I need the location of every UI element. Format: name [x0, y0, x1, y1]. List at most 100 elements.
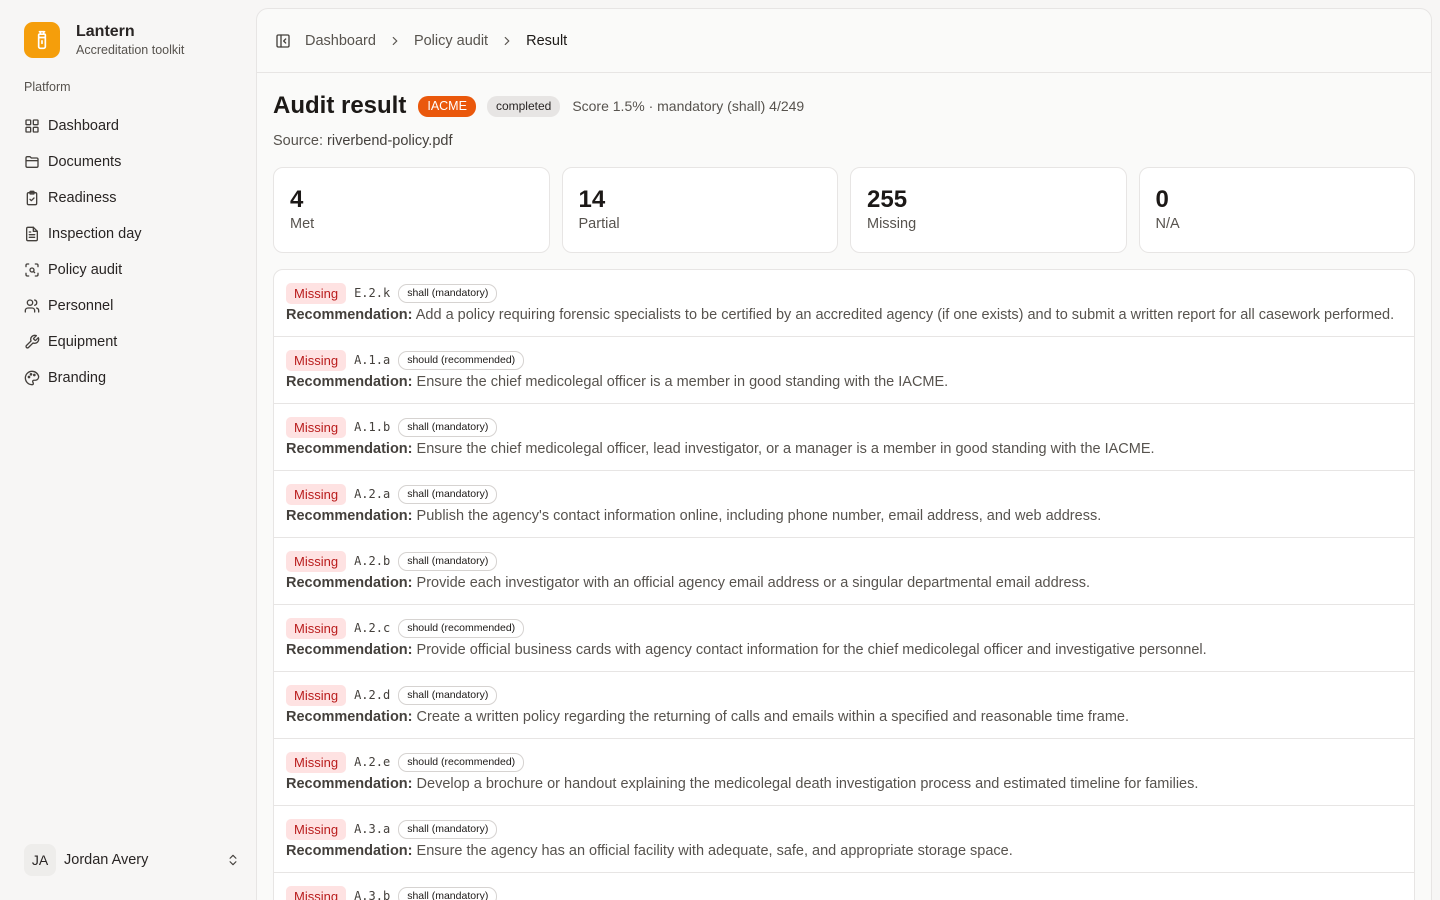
recommendation-text: Create a written policy regarding the re…: [416, 709, 1130, 725]
sidebar-item-readiness[interactable]: Readiness: [24, 180, 240, 216]
sidebar-item-branding[interactable]: Branding: [24, 360, 240, 396]
stat-value: 0: [1155, 186, 1169, 213]
stat-label: Partial: [578, 216, 620, 232]
requirement-level-badge: should (recommended): [398, 752, 525, 772]
sidebar-item-label: Dashboard: [48, 118, 119, 134]
requirement-level-badge: shall (mandatory): [398, 551, 498, 571]
stat-card-na: 0 N/A: [1138, 167, 1415, 253]
chevron-right-icon: [392, 36, 398, 45]
score-summary: Score 1.5% · mandatory (shall) 4/249: [572, 98, 805, 114]
sidebar-item-label: Readiness: [48, 190, 117, 206]
stat-label: N/A: [1155, 216, 1180, 232]
recommendation-text: Develop a brochure or handout explaining…: [416, 776, 1199, 792]
recommendation-label: Recommendation:: [286, 307, 413, 323]
list-item[interactable]: Missing A.3.a shall (mandatory) Recommen…: [274, 806, 1414, 873]
sidebar-item-label: Policy audit: [48, 262, 123, 278]
palette-icon: [24, 370, 40, 386]
recommendation-label: Recommendation:: [286, 843, 413, 859]
list-item[interactable]: Missing A.3.b shall (mandatory): [274, 873, 1414, 900]
list-item[interactable]: Missing A.2.a shall (mandatory) Recommen…: [274, 471, 1414, 538]
nav-section-label: Platform: [24, 80, 71, 94]
sidebar-item-personnel[interactable]: Personnel: [24, 288, 240, 324]
stats-cards: 4 Met 14 Partial 255 Missing 0 N/A: [273, 167, 1415, 253]
sidebar-item-policy-audit[interactable]: Policy audit: [24, 252, 240, 288]
status-badge: Missing: [286, 751, 347, 773]
list-item[interactable]: Missing E.2.k shall (mandatory) Recommen…: [274, 270, 1414, 337]
sidebar-item-documents[interactable]: Documents: [24, 144, 240, 180]
stat-label: Missing: [867, 216, 917, 232]
sidebar: Lantern Accreditation toolkit Platform D…: [0, 0, 256, 900]
lantern-logo-icon: [24, 22, 60, 58]
stat-label: Met: [290, 216, 315, 232]
sidebar-item-label: Personnel: [48, 298, 114, 314]
requirement-level-badge: shall (mandatory): [398, 484, 498, 504]
source-file: riverbend-policy.pdf: [327, 133, 453, 149]
page-title: Audit result: [273, 92, 407, 119]
breadcrumb-dashboard[interactable]: Dashboard: [305, 33, 376, 49]
breadcrumb-policy-audit[interactable]: Policy audit: [414, 33, 488, 49]
requirement-code: A.1.b: [354, 420, 391, 434]
requirement-code: A.2.e: [354, 755, 391, 769]
sidebar-item-equipment[interactable]: Equipment: [24, 324, 240, 360]
sidebar-item-inspection-day[interactable]: Inspection day: [24, 216, 240, 252]
brand-subtitle: Accreditation toolkit: [76, 43, 185, 57]
user-menu[interactable]: JA Jordan Avery: [24, 842, 240, 878]
list-item[interactable]: Missing A.2.d shall (mandatory) Recommen…: [274, 672, 1414, 739]
status-badge: Missing: [286, 416, 347, 438]
sidebar-item-label: Equipment: [48, 334, 118, 350]
status-badge: Missing: [286, 282, 347, 304]
requirement-code: E.2.k: [354, 286, 391, 300]
status-badge: Missing: [286, 550, 347, 572]
scan-search-icon: [25, 263, 39, 277]
list-item[interactable]: Missing A.1.b shall (mandatory) Recommen…: [274, 404, 1414, 471]
sidebar-item-label: Documents: [48, 154, 122, 170]
findings-list: Missing E.2.k shall (mandatory) Recommen…: [273, 269, 1415, 900]
status-badge: Missing: [286, 818, 347, 840]
user-name: Jordan Avery: [64, 852, 149, 868]
requirement-code: A.1.a: [354, 353, 391, 367]
requirement-code: A.2.c: [354, 621, 391, 635]
list-item[interactable]: Missing A.2.e should (recommended) Recom…: [274, 739, 1414, 806]
recommendation-label: Recommendation:: [286, 776, 413, 792]
recommendation-label: Recommendation:: [286, 642, 413, 658]
stat-card-met: 4 Met: [273, 167, 550, 253]
recommendation-text: Ensure the chief medicolegal officer, le…: [416, 441, 1155, 457]
avatar: JA: [24, 844, 56, 876]
top-bar: Dashboard Policy audit Result: [257, 9, 1431, 73]
clipboard-check-icon: [26, 190, 38, 206]
requirement-code: A.3.a: [354, 822, 391, 836]
status-badge: completed: [486, 95, 561, 117]
source-label: Source:: [273, 133, 323, 149]
audit-result-content: Audit result IACME completed Score 1.5% …: [257, 91, 1431, 900]
users-icon: [24, 299, 40, 313]
chevrons-up-down-icon: [229, 854, 237, 866]
breadcrumb-current: Result: [526, 32, 568, 49]
recommendation-text: Publish the agency's contact information…: [416, 508, 1102, 524]
recommendation-text: Provide official business cards with age…: [416, 642, 1207, 658]
requirement-level-badge: should (recommended): [398, 618, 525, 638]
sidebar-item-label: Inspection day: [48, 226, 142, 242]
requirement-code: A.3.b: [354, 889, 391, 900]
requirement-code: A.2.a: [354, 487, 391, 501]
sidebar-item-label: Branding: [48, 370, 107, 386]
requirement-level-badge: shall (mandatory): [398, 819, 498, 839]
status-badge: Missing: [286, 483, 347, 505]
brand-name: Lantern: [76, 23, 135, 40]
file-text-icon: [26, 226, 38, 242]
recommendation-label: Recommendation:: [286, 508, 413, 524]
wrench-icon: [25, 334, 40, 349]
requirement-level-badge: shall (mandatory): [398, 886, 498, 900]
requirement-code: A.2.d: [354, 688, 391, 702]
requirement-level-badge: shall (mandatory): [398, 283, 498, 303]
sidebar-item-dashboard[interactable]: Dashboard: [24, 108, 240, 144]
list-item[interactable]: Missing A.2.b shall (mandatory) Recommen…: [274, 538, 1414, 605]
sidebar-toggle-icon[interactable]: [275, 33, 291, 49]
status-badge: Missing: [286, 684, 347, 706]
list-item[interactable]: Missing A.1.a should (recommended) Recom…: [274, 337, 1414, 404]
stat-value: 14: [578, 186, 606, 213]
requirement-level-badge: should (recommended): [398, 350, 525, 370]
stat-card-missing: 255 Missing: [850, 167, 1127, 253]
recommendation-text: Ensure the chief medicolegal officer is …: [416, 374, 949, 390]
list-item[interactable]: Missing A.2.c should (recommended) Recom…: [274, 605, 1414, 672]
brand[interactable]: Lantern Accreditation toolkit: [24, 22, 184, 58]
